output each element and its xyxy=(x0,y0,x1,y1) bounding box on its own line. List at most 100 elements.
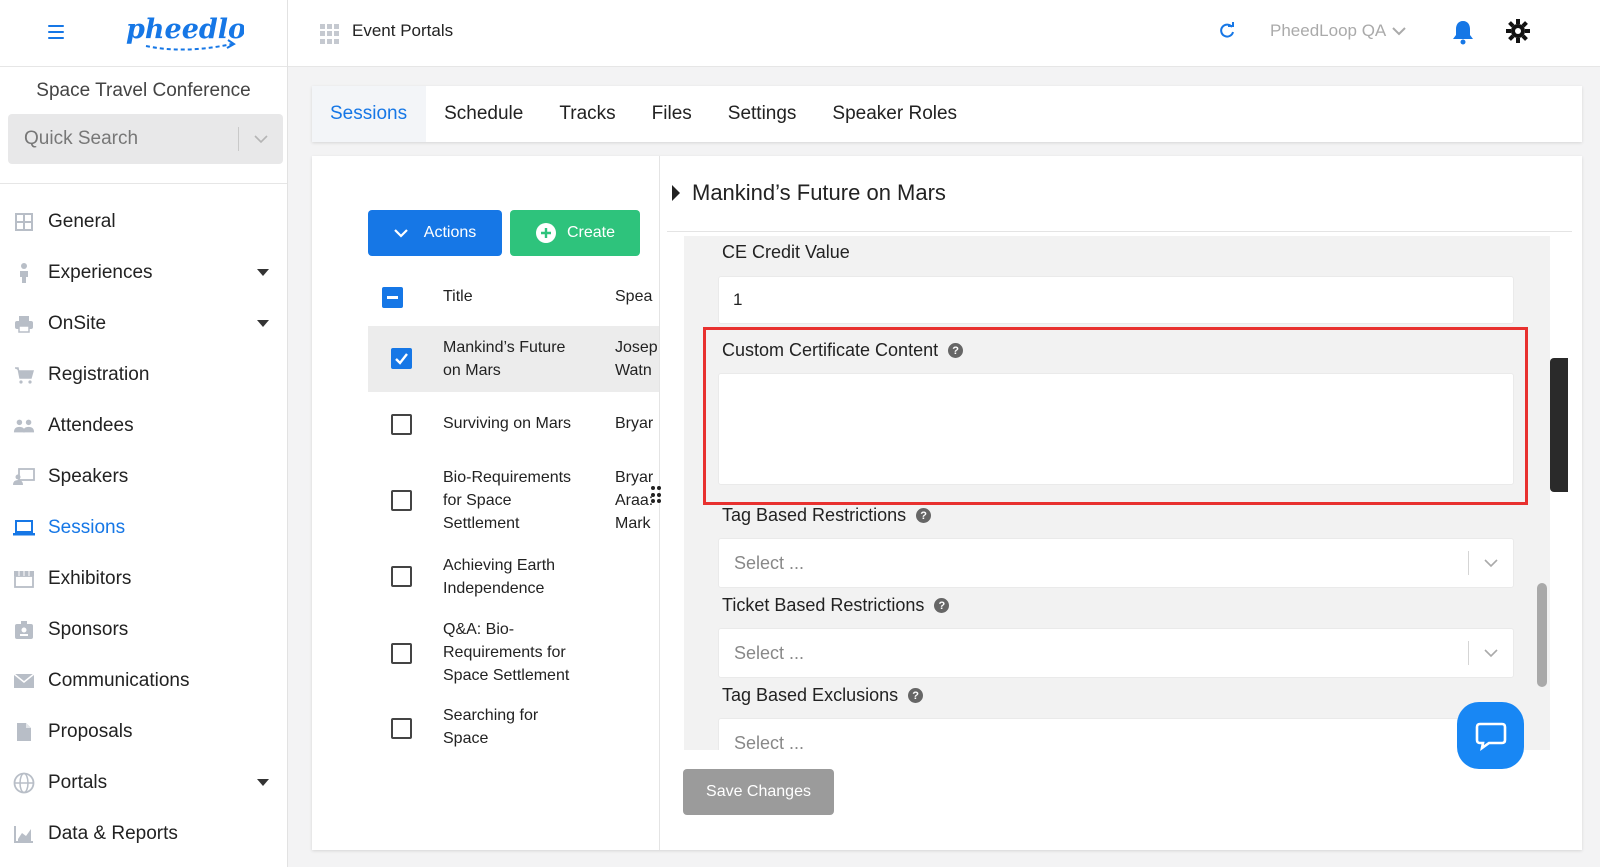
tag-exclusions-select[interactable]: Select ... xyxy=(718,718,1514,750)
sidebar-item-label: Speakers xyxy=(48,465,129,487)
tab-schedule[interactable]: Schedule xyxy=(426,86,541,142)
help-icon[interactable]: ? xyxy=(908,688,924,703)
row-checkbox[interactable] xyxy=(391,718,412,739)
bell-icon[interactable] xyxy=(1452,19,1474,50)
row-title: Achieving Earth Independence xyxy=(443,557,556,597)
sidebar-item-proposals[interactable]: Proposals xyxy=(0,706,287,757)
cart-icon xyxy=(13,364,35,386)
help-icon[interactable]: ? xyxy=(934,598,950,613)
scrollbar-thumb[interactable] xyxy=(1537,583,1547,687)
select-all-checkbox[interactable] xyxy=(382,287,403,308)
quick-search-placeholder: Quick Search xyxy=(24,128,139,149)
save-changes-button[interactable]: Save Changes xyxy=(683,769,834,815)
sidebar-item-sessions[interactable]: Sessions xyxy=(0,502,287,553)
chat-bubble-icon xyxy=(1475,722,1506,751)
account-dropdown[interactable]: PheedLoop QA xyxy=(1270,21,1406,41)
section-tabs: Sessions Schedule Tracks Files Settings … xyxy=(312,86,1582,142)
tab-speaker-roles[interactable]: Speaker Roles xyxy=(814,86,975,142)
sidebar-item-label: General xyxy=(48,210,116,232)
tab-files[interactable]: Files xyxy=(634,86,710,142)
session-title-toggle[interactable]: Mankind’s Future on Mars xyxy=(672,180,946,206)
document-icon xyxy=(13,721,35,743)
session-form: CE Credit Value 1 Custom Certificate Con… xyxy=(684,236,1550,750)
sidebar-nav: General Experiences OnSite Registration … xyxy=(0,196,287,859)
sidebar-item-label: Sponsors xyxy=(48,618,129,640)
column-header-speakers: Spea xyxy=(615,288,653,305)
ce-credit-input[interactable]: 1 xyxy=(718,276,1514,324)
table-row[interactable]: Mankind’s Future on Mars Josep Watn xyxy=(368,326,659,392)
sidebar-item-label: Attendees xyxy=(48,414,134,436)
gear-icon[interactable] xyxy=(1506,19,1530,48)
table-row[interactable]: Bio-Requirements for Space Settlement Brya… xyxy=(368,464,659,536)
select-placeholder: Select ... xyxy=(734,732,805,751)
event-name: Space Travel Conference xyxy=(36,80,251,101)
custom-certificate-textarea[interactable] xyxy=(718,373,1514,485)
sidebar-item-speakers[interactable]: Speakers xyxy=(0,451,287,502)
chevron-down-icon[interactable] xyxy=(1469,558,1513,568)
help-icon[interactable]: ? xyxy=(948,343,964,358)
ticket-restrictions-label: Ticket Based Restrictions ? xyxy=(722,595,950,616)
pheedloop-logo[interactable]: pheedloop xyxy=(124,8,244,54)
tab-sessions[interactable]: Sessions xyxy=(312,86,427,142)
sidebar-item-sponsors[interactable]: Sponsors xyxy=(0,604,287,655)
actions-button[interactable]: Actions xyxy=(368,210,502,256)
sidebar-item-label: Sessions xyxy=(48,516,126,538)
drag-handle-icon[interactable] xyxy=(651,486,663,504)
apps-grid-icon[interactable] xyxy=(320,24,340,44)
chevron-down-icon[interactable] xyxy=(1469,648,1513,658)
caret-down-icon[interactable] xyxy=(257,320,269,327)
row-title: Bio-Requirements for Space Settlement xyxy=(443,469,572,532)
row-checkbox[interactable] xyxy=(391,414,412,435)
sidebar-item-general[interactable]: General xyxy=(0,196,287,247)
create-button[interactable]: Create xyxy=(510,210,640,256)
row-title: Mankind’s Future on Mars xyxy=(443,339,566,379)
sidebar-item-label: Communications xyxy=(48,669,190,691)
sidebar-item-data-reports[interactable]: Data & Reports xyxy=(0,808,287,859)
caret-down-icon[interactable] xyxy=(257,269,269,276)
feedback-side-tab[interactable] xyxy=(1550,358,1568,492)
sidebar-item-exhibitors[interactable]: Exhibitors xyxy=(0,553,287,604)
envelope-icon xyxy=(13,670,35,692)
sidebar-item-attendees[interactable]: Attendees xyxy=(0,400,287,451)
sidebar-item-label: Portals xyxy=(48,771,108,793)
caret-down-icon[interactable] xyxy=(257,779,269,786)
row-title: Surviving on Mars xyxy=(443,415,572,432)
row-checkbox[interactable] xyxy=(391,348,412,369)
select-placeholder: Select ... xyxy=(734,642,805,663)
grid-icon xyxy=(13,211,35,233)
sidebar-item-registration[interactable]: Registration xyxy=(0,349,287,400)
sidebar-item-onsite[interactable]: OnSite xyxy=(0,298,287,349)
row-checkbox[interactable] xyxy=(391,643,412,664)
table-row[interactable]: Surviving on Mars Bryar xyxy=(368,400,659,450)
sidebar-item-portals[interactable]: Portals xyxy=(0,757,287,808)
globe-icon xyxy=(13,772,35,794)
sessions-list-pane: Actions Create Title Spea Mankind’s Futu… xyxy=(312,156,660,850)
help-icon[interactable]: ? xyxy=(916,508,932,523)
ticket-restrictions-select[interactable]: Select ... xyxy=(718,628,1514,678)
event-portals-link[interactable]: Event Portals xyxy=(352,21,453,41)
session-title: Mankind’s Future on Mars xyxy=(692,180,946,205)
logo-text: pheedloop xyxy=(126,14,244,45)
row-checkbox[interactable] xyxy=(391,566,412,587)
row-checkbox[interactable] xyxy=(391,490,412,511)
refresh-icon[interactable] xyxy=(1218,22,1236,45)
column-header-title: Title xyxy=(443,288,473,305)
check-icon xyxy=(395,353,408,365)
chevron-down-icon[interactable] xyxy=(239,134,283,144)
ce-credit-label: CE Credit Value xyxy=(722,242,850,262)
person-icon xyxy=(13,262,35,284)
hamburger-menu-icon[interactable] xyxy=(48,25,64,39)
sidebar-item-experiences[interactable]: Experiences xyxy=(0,247,287,298)
select-placeholder: Select ... xyxy=(734,552,805,573)
table-row[interactable]: Searching for Space xyxy=(368,704,659,754)
tab-tracks[interactable]: Tracks xyxy=(541,86,633,142)
table-row[interactable]: Q&A: Bio- Requirements for Space Settlemen… xyxy=(368,617,659,689)
sidebar-item-communications[interactable]: Communications xyxy=(0,655,287,706)
tag-restrictions-select[interactable]: Select ... xyxy=(718,538,1514,588)
printer-icon xyxy=(13,313,35,335)
table-row[interactable]: Achieving Earth Independence xyxy=(368,552,659,602)
chat-widget-button[interactable] xyxy=(1457,702,1524,769)
actions-label: Actions xyxy=(423,224,477,241)
tab-settings[interactable]: Settings xyxy=(710,86,815,142)
quick-search-select[interactable]: Quick Search xyxy=(8,114,283,164)
